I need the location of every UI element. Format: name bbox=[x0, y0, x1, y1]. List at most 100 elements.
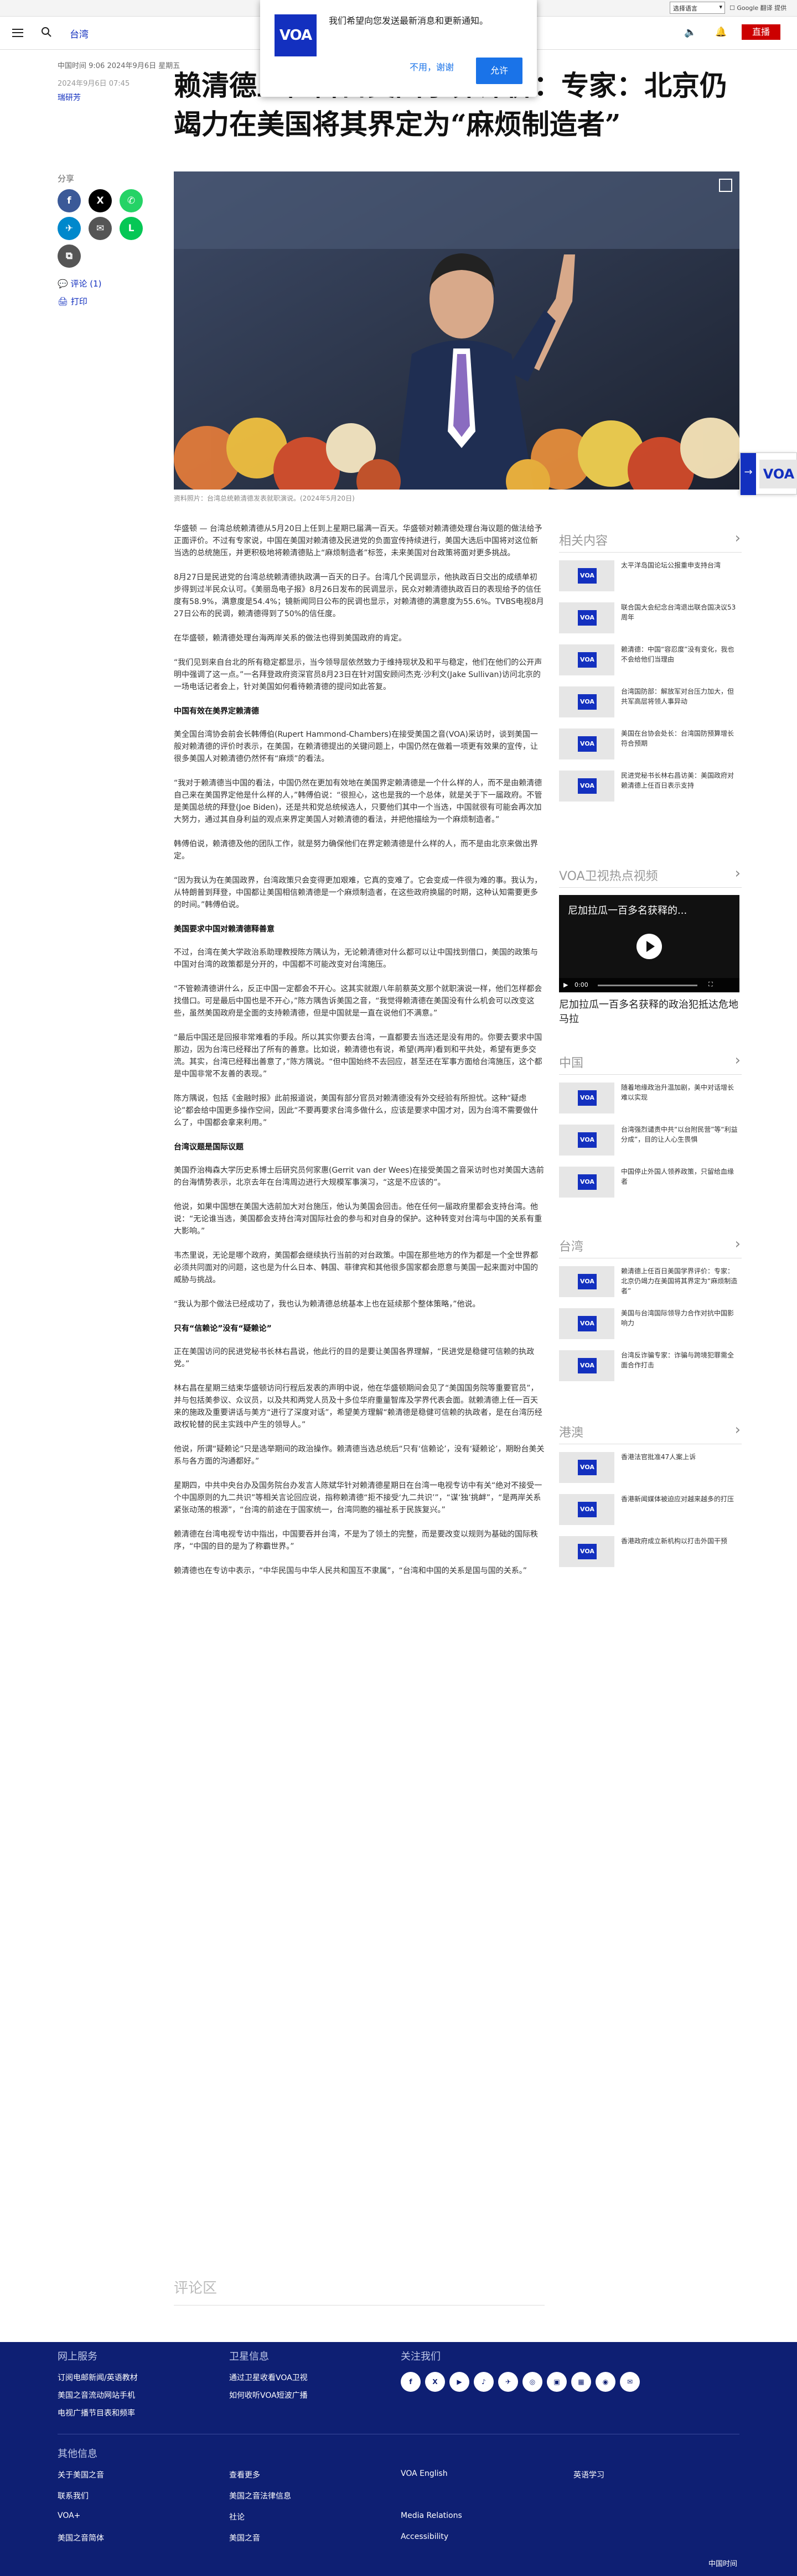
subheading: 只有“信赖论”没有“疑赖论” bbox=[174, 1324, 272, 1333]
news-item[interactable]: VOA 香港法官批准47人案上诉 bbox=[559, 1450, 742, 1492]
thumbnail: VOA bbox=[559, 1494, 614, 1525]
tiktok-icon[interactable]: ♪ bbox=[474, 2372, 494, 2392]
paragraph: 不过，台湾在美大学政治系助理教授陈方隅认为，无论赖清德对什么都可以让中国找到借口… bbox=[174, 948, 538, 969]
email-icon[interactable]: ✉ bbox=[620, 2372, 640, 2392]
line-share-icon[interactable]: L bbox=[120, 217, 143, 240]
podcast-icon[interactable]: ▣ bbox=[547, 2372, 567, 2392]
email-share-icon[interactable]: ✉ bbox=[89, 217, 112, 240]
video-player[interactable]: 尼加拉瓜一百多名获释的... ▶ 0:00 ⛶ bbox=[559, 895, 739, 992]
deny-button[interactable]: 不用，谢谢 bbox=[410, 60, 454, 73]
thumbnail: VOA bbox=[559, 560, 614, 591]
paragraph: 星期四，中共中央台办及国务院台办发言人陈斌华针对赖清德星期日在台湾一电视专访中有… bbox=[174, 1481, 542, 1515]
thumbnail: VOA bbox=[559, 728, 614, 759]
whatsapp-share-icon[interactable]: ✆ bbox=[120, 189, 143, 212]
video-controls[interactable]: ▶ 0:00 ⛶ bbox=[559, 978, 739, 992]
volume-icon[interactable]: 🔈 bbox=[684, 27, 696, 38]
progress-bar[interactable] bbox=[598, 985, 697, 986]
footer-link[interactable]: 通过卫星收看VOA卫视 bbox=[229, 2372, 308, 2383]
news-item[interactable]: VOA 台湾强烈谴责中共“以台附民营”等“利益分成”，目的让人心生畏惧 bbox=[559, 1122, 742, 1164]
telegram-share-icon[interactable]: ✈ bbox=[58, 217, 81, 240]
footer-link[interactable]: 关于美国之音 bbox=[58, 2469, 104, 2480]
pause-icon[interactable]: ▶ bbox=[563, 981, 568, 988]
footer-link[interactable]: 电视广播节目表和频率 bbox=[58, 2407, 135, 2418]
related-item[interactable]: VOA 民进党秘书长林右昌访美：美国政府对赖清德上任百日表示支持 bbox=[559, 768, 742, 810]
thumbnail: VOA bbox=[559, 602, 614, 633]
footer-link[interactable]: Media Relations bbox=[401, 2511, 462, 2520]
section-link[interactable]: 台湾 bbox=[70, 27, 89, 40]
video-section-title[interactable]: VOA卫视热点视频 bbox=[559, 865, 742, 888]
footer-link[interactable]: 美国之音流动网站手机 bbox=[58, 2390, 135, 2401]
paragraph: 韩傅伯说，赖清德及他的团队工作，就是努力确保他们在界定赖清德是什么样的人，而不是… bbox=[174, 840, 538, 861]
footer-link[interactable]: VOA English bbox=[401, 2469, 448, 2478]
floating-next-article[interactable]: → VOA bbox=[740, 452, 797, 495]
related-content: 相关内容 VOA太平洋岛国论坛公报重申支持台湾 VOA联合国大会纪念台湾退出联合… bbox=[559, 530, 742, 810]
video-section: VOA卫视热点视频 bbox=[559, 865, 742, 893]
x-icon[interactable]: X bbox=[425, 2372, 445, 2392]
footer-link[interactable]: 美国之音 bbox=[229, 2532, 260, 2543]
paragraph: “最后中国还是回报非常难看的手段。所以其实你要去台湾，一直都要去当选还是没有用的… bbox=[174, 1033, 542, 1079]
related-item[interactable]: VOA 台湾国防部：解放军对台压力加大，但共军高层将领人事异动 bbox=[559, 684, 742, 726]
hk-title[interactable]: 港澳 bbox=[559, 1422, 742, 1444]
fullscreen-icon[interactable]: ⛶ bbox=[708, 981, 713, 988]
app-icon[interactable]: ◉ bbox=[596, 2372, 615, 2392]
footer-link[interactable]: VOA+ bbox=[58, 2511, 80, 2520]
live-button[interactable]: 直播 bbox=[742, 24, 780, 40]
allow-button[interactable]: 允许 bbox=[476, 58, 522, 84]
paragraph: “因为我认为在美国政界，台湾政策只会变得更加艰难，它真的变难了。它会变成一件很为… bbox=[174, 876, 542, 909]
footer-link[interactable]: 联系我们 bbox=[58, 2490, 89, 2501]
footer-link[interactable]: 如何收听VOA短波广播 bbox=[229, 2390, 308, 2401]
facebook-share-icon[interactable]: f bbox=[58, 189, 81, 212]
news-item[interactable]: VOA 台湾反诈骗专家：诈骗与跨境犯罪需全面合作打击 bbox=[559, 1348, 742, 1390]
taiwan-title[interactable]: 台湾 bbox=[559, 1236, 742, 1258]
play-icon[interactable] bbox=[636, 934, 662, 959]
print-icon: 🖨 bbox=[58, 296, 71, 306]
news-item[interactable]: VOA 赖清德上任百日美国学界评价：专家：北京仍竭力在美国将其界定为“麻烦制造者” bbox=[559, 1264, 742, 1306]
footer-link[interactable]: 社论 bbox=[229, 2511, 245, 2522]
footer-link[interactable]: 美国之音法律信息 bbox=[229, 2490, 291, 2501]
news-item[interactable]: VOA 中国停止外国人领养政策，只留给血缘者 bbox=[559, 1164, 742, 1206]
footer-link[interactable]: Accessibility bbox=[401, 2532, 448, 2541]
copy-link-icon[interactable]: ⧉ bbox=[58, 244, 81, 268]
x-share-icon[interactable]: X bbox=[89, 189, 112, 212]
telegram-icon[interactable]: ✈ bbox=[498, 2372, 518, 2392]
video-time: 0:00 bbox=[575, 981, 588, 988]
china-section: 中国 VOA随着地缘政治升温加剧，美中对话增长难以实现 VOA台湾强烈谴责中共“… bbox=[559, 1052, 742, 1206]
video-caption[interactable]: 尼加拉瓜一百多名获释的政治犯抵达危地马拉 bbox=[559, 998, 742, 1027]
rss-icon[interactable]: ▦ bbox=[571, 2372, 591, 2392]
paragraph: 美全国台湾协会前会长韩傅伯(Rupert Hammond-Chambers)在接… bbox=[174, 730, 538, 763]
footer-link[interactable]: 订阅电邮新闻/英语教材 bbox=[58, 2372, 138, 2383]
related-title[interactable]: 相关内容 bbox=[559, 530, 742, 553]
footer-link[interactable]: 英语学习 bbox=[573, 2469, 604, 2480]
paragraph: 赖清德也在专访中表示，“中华民国与中华人民共和国互不隶属”，“台湾和中国的关系是… bbox=[174, 1567, 527, 1575]
hk-section: 港澳 VOA香港法官批准47人案上诉 VOA香港新闻媒体被迫应对越来越多的打压 … bbox=[559, 1422, 742, 1576]
menu-icon[interactable] bbox=[12, 29, 23, 37]
language-select[interactable]: 选择语言 bbox=[670, 2, 725, 14]
notification-icon[interactable]: 🔔 bbox=[715, 27, 727, 38]
author-link[interactable]: 瑞研芳 bbox=[58, 92, 81, 103]
related-item[interactable]: VOA 美国在台协会处长：台湾国防预算增长符合预期 bbox=[559, 726, 742, 768]
footer-heading: 关注我们 bbox=[401, 2351, 441, 2362]
paragraph: 韦杰里说，无论是哪个政府，美国都会继续执行当前的对台政策。中国在那些地方的作为都… bbox=[174, 1251, 538, 1284]
news-item[interactable]: VOA 随着地缘政治升温加剧，美中对话增长难以实现 bbox=[559, 1080, 742, 1122]
related-item[interactable]: VOA 赖清德：中国“容忍度”没有变化，我也不会给他们当理由 bbox=[559, 642, 742, 684]
footer-link[interactable]: 查看更多 bbox=[229, 2469, 260, 2480]
print-link[interactable]: 🖨 打印 bbox=[58, 295, 87, 307]
search-icon[interactable] bbox=[41, 27, 52, 38]
news-item[interactable]: VOA 香港政府成立新机构以打击外国干预 bbox=[559, 1534, 742, 1576]
footer-link[interactable]: 美国之音简体 bbox=[58, 2532, 104, 2543]
paragraph: 8月27日是民进党的台湾总统赖清德执政满一百天的日子。台湾几个民调显示，他执政百… bbox=[174, 573, 544, 618]
news-item[interactable]: VOA 美国与台湾国际领导力合作对抗中国影响力 bbox=[559, 1306, 742, 1348]
comments-link[interactable]: 💬 评论 (1) bbox=[58, 278, 101, 289]
facebook-icon[interactable]: f bbox=[401, 2372, 421, 2392]
related-item[interactable]: VOA 太平洋岛国论坛公报重申支持台湾 bbox=[559, 558, 742, 600]
youtube-icon[interactable]: ▶ bbox=[449, 2372, 469, 2392]
news-item[interactable]: VOA 香港新闻媒体被迫应对越来越多的打压 bbox=[559, 1492, 742, 1534]
video-overlay-title: 尼加拉瓜一百多名获释的... bbox=[568, 905, 687, 917]
instagram-icon[interactable]: ◎ bbox=[522, 2372, 542, 2392]
related-item[interactable]: VOA 联合国大会纪念台湾退出联合国决议53周年 bbox=[559, 600, 742, 642]
footer-heading: 网上服务 bbox=[58, 2351, 97, 2362]
paragraph: “我们见到来自台北的所有稳定都显示，当今领导层依然致力于维持现状及和平与稳定，他… bbox=[174, 658, 542, 691]
google-translate-credit[interactable]: ☐ Google 翻译 提供 bbox=[729, 3, 786, 12]
comment-icon: 💬 bbox=[58, 279, 71, 289]
china-title[interactable]: 中国 bbox=[559, 1052, 742, 1075]
